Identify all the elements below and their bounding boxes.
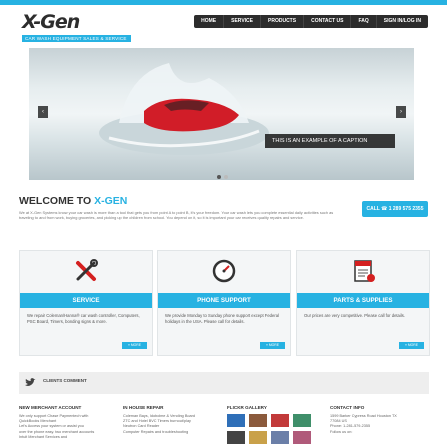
footer-merchant-title: NEW MERCHANT ACCOUNT bbox=[19, 405, 82, 410]
gallery-thumb[interactable] bbox=[271, 431, 289, 444]
service-title: SERVICE bbox=[20, 293, 152, 308]
nav-home[interactable]: HOME bbox=[194, 15, 223, 28]
footer-repair-column: IN HOUSE REPAIR Coleman Bays, Idobolme &… bbox=[123, 405, 195, 435]
welcome-heading: WELCOME TO X-GEN bbox=[19, 195, 127, 207]
parts-supplies-more-button[interactable]: » MORE bbox=[399, 342, 424, 349]
footer-merchant-column: NEW MERCHANT ACCOUNT We only support Cha… bbox=[19, 405, 94, 440]
gallery-thumb[interactable] bbox=[227, 414, 245, 427]
phone-support-box: PHONE SUPPORT We provide Monday to Sunda… bbox=[157, 250, 291, 356]
clients-comment-bar: CLIENTS COMMENT bbox=[19, 372, 429, 394]
slider-caption: THIS IS AN EXAMPLE OF A CAPTION bbox=[265, 134, 395, 148]
clients-comment-label: CLIENTS COMMENT bbox=[43, 378, 87, 383]
slider-dots bbox=[217, 175, 228, 179]
nav-faq[interactable]: FAQ bbox=[350, 15, 375, 28]
welcome-text: We at X-Gen Systems know your car wash i… bbox=[19, 210, 334, 221]
service-text: We repair Coleman/Hanna® car wash contro… bbox=[27, 313, 140, 324]
nav-sign-in[interactable]: SIGN IN/LOG IN bbox=[375, 15, 428, 28]
footer-merchant-line: Intuit Merchant Services and bbox=[19, 434, 68, 439]
gallery-thumb[interactable] bbox=[293, 414, 311, 427]
gallery-thumb[interactable] bbox=[227, 431, 245, 444]
top-accent-bar bbox=[0, 0, 447, 5]
slider-next-icon[interactable]: › bbox=[396, 106, 406, 118]
welcome-title-brand: X-GEN bbox=[94, 195, 128, 207]
service-more-button[interactable]: » MORE bbox=[122, 342, 147, 349]
gallery-thumb[interactable] bbox=[271, 414, 289, 427]
footer-merchant-line: Let's Access your system or assist you bbox=[19, 424, 84, 429]
hero-slider: THIS IS AN EXAMPLE OF A CAPTION ‹ › bbox=[29, 48, 414, 180]
gallery-thumb[interactable] bbox=[293, 431, 311, 444]
site-logo[interactable]: X-Gen CAR WASH EQUIPMENT SALES & SERVICE bbox=[22, 11, 131, 42]
slider-dot-1[interactable] bbox=[217, 175, 221, 179]
service-box: SERVICE We repair Coleman/Hanna® car was… bbox=[19, 250, 153, 356]
slider-prev-icon[interactable]: ‹ bbox=[38, 106, 48, 118]
footer-repair-line[interactable]: Computer Repairs and troubleshooting bbox=[123, 430, 195, 435]
footer-gallery-title: FLICKR GALLERY bbox=[227, 405, 267, 410]
car-splash-image bbox=[99, 63, 269, 155]
tools-icon bbox=[76, 259, 98, 281]
gallery-thumb[interactable] bbox=[249, 431, 267, 444]
footer-contact-title: CONTACT INFO bbox=[330, 405, 365, 410]
parts-supplies-box: PARTS & SUPPLIES Our prices are very com… bbox=[296, 250, 430, 356]
welcome-title-prefix: WELCOME TO bbox=[19, 195, 95, 207]
footer-contact-column: CONTACT INFO 1599 Barker Cypress Road Ho… bbox=[330, 405, 397, 435]
footer: NEW MERCHANT ACCOUNT We only support Cha… bbox=[0, 398, 447, 447]
gauge-icon bbox=[212, 259, 236, 283]
parts-supplies-title: PARTS & SUPPLIES bbox=[297, 293, 429, 308]
nav-products[interactable]: PRODUCTS bbox=[260, 15, 303, 28]
footer-repair-title: IN HOUSE REPAIR bbox=[123, 405, 164, 410]
nav-service[interactable]: SERVICE bbox=[223, 15, 260, 28]
phone-support-title: PHONE SUPPORT bbox=[158, 293, 290, 308]
footer-contact-line: Follow us on: bbox=[330, 429, 353, 434]
logo-wordmark: X-Gen bbox=[22, 11, 80, 33]
twitter-bird-icon bbox=[25, 378, 36, 386]
phone-support-more-button[interactable]: » MORE bbox=[260, 342, 285, 349]
gallery-thumbnails bbox=[227, 414, 311, 444]
logo-tagline: CAR WASH EQUIPMENT SALES & SERVICE bbox=[22, 35, 131, 42]
footer-gallery-column: FLICKR GALLERY bbox=[227, 405, 311, 444]
checklist-icon bbox=[354, 260, 375, 282]
parts-supplies-text: Our prices are very competitive. Please … bbox=[304, 313, 406, 318]
call-button[interactable]: CALL ☎ 1 289 575 2355 bbox=[362, 201, 428, 217]
nav-contact-us[interactable]: CONTACT US bbox=[303, 15, 350, 28]
gallery-thumb[interactable] bbox=[249, 414, 267, 427]
main-nav: HOME SERVICE PRODUCTS CONTACT US FAQ SIG… bbox=[194, 15, 428, 28]
slider-dot-2[interactable] bbox=[224, 175, 228, 179]
logo-text: X-Gen bbox=[22, 11, 80, 33]
phone-support-text: We provide Monday to Sunday phone suppor… bbox=[165, 313, 279, 324]
